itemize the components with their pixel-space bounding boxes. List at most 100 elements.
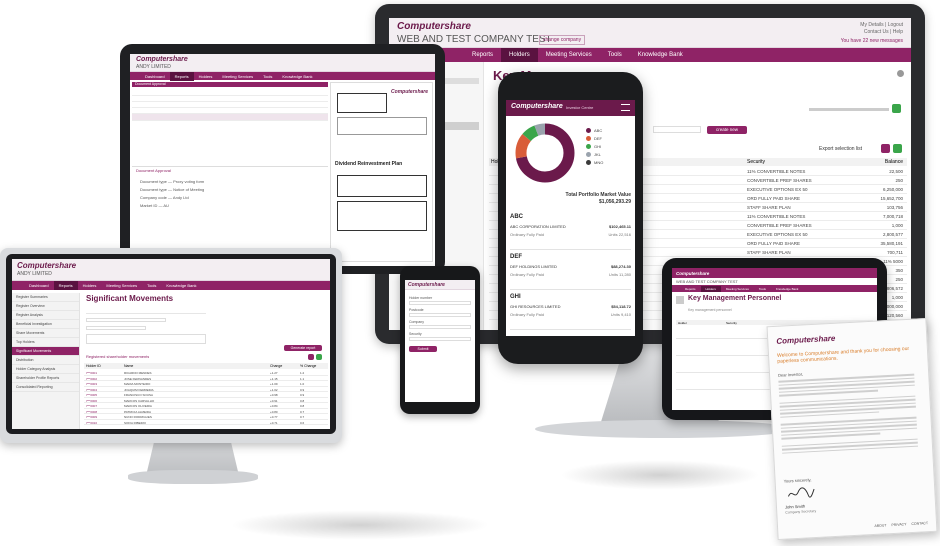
sidebar-item[interactable]: Top Holders <box>12 338 79 347</box>
table-row[interactable]: I***0010 SOFIA RIBEIRO +0.71 0.6 <box>84 420 328 425</box>
legend-label: MNO <box>594 160 604 165</box>
holder-number-input[interactable] <box>409 301 471 305</box>
back-icon[interactable] <box>676 296 684 304</box>
holding-card[interactable]: DEF DEF HOLDINGS LIMITED Ordinary Fully Pa… <box>510 252 631 290</box>
col-pct-change: % Change <box>300 364 317 368</box>
table-cell: 1.1 <box>300 376 305 381</box>
nav-tools[interactable]: Tools <box>754 286 771 292</box>
excel-icon[interactable] <box>892 104 901 113</box>
nav-holders[interactable]: Holders <box>78 281 102 290</box>
footer-contact: CONTACT <box>911 521 929 527</box>
nav-knowledge-bank[interactable]: Knowledge Bank <box>161 281 201 290</box>
my-details-link[interactable]: My Details <box>860 22 883 28</box>
nav-tools[interactable]: Tools <box>600 48 630 62</box>
table-cell: 0.7 <box>300 415 305 419</box>
total-value: $1,056,293.29 <box>599 199 631 205</box>
submit-button[interactable]: Submit <box>409 346 437 352</box>
table-cell: +0.71 <box>270 420 278 425</box>
nav-meeting-services[interactable]: Meeting Services <box>538 48 600 62</box>
field-label: Holder number <box>409 296 433 300</box>
table-cell: I***0004 <box>86 387 98 392</box>
excel-icon[interactable] <box>893 144 902 153</box>
nav-reports[interactable]: Reports <box>680 286 701 292</box>
nav-dashboard[interactable]: Dashboard <box>140 72 170 81</box>
table-cell: I***0007 <box>86 404 98 408</box>
letter-salutation: Dear Investor, <box>777 371 804 378</box>
date-input[interactable] <box>86 318 166 322</box>
sidebar-item[interactable]: Register Overview <box>12 302 79 311</box>
sidebar-item[interactable]: Distribution <box>12 356 79 365</box>
company-input[interactable] <box>409 325 471 329</box>
table-header: Holder ID Name Change % Change <box>84 363 328 369</box>
col-security: Security <box>747 159 766 165</box>
criteria-form <box>86 309 236 347</box>
messages-notice[interactable]: You have 22 new messages <box>841 38 903 44</box>
company-name: ANDY LIMITED <box>136 64 171 70</box>
legend-item: DEF <box>586 136 632 141</box>
balance-cell: 103,756 <box>886 205 903 210</box>
holding-value: $54,118.72 <box>611 304 631 309</box>
nav-meeting-services[interactable]: Meeting Services <box>217 72 258 81</box>
postcode-input[interactable] <box>409 313 471 317</box>
form-logo: Computershare <box>391 89 428 95</box>
help-link[interactable]: Help <box>893 29 903 35</box>
contact-link[interactable]: Contact Us <box>864 29 889 35</box>
security-cell: ORD FULLY PAID SHARE <box>747 241 801 246</box>
table-cell: I***0003 <box>86 382 98 386</box>
nav-holders[interactable]: Holders <box>194 72 218 81</box>
holder-type-list[interactable] <box>86 334 206 344</box>
nav-reports[interactable]: Reports <box>53 281 78 290</box>
table-cell: 0.8 <box>300 404 305 408</box>
big-phone-screen: Computershare Investor Centre ABC DEF GHI J… <box>506 100 635 336</box>
col-name: Name <box>124 364 134 368</box>
menu-icon[interactable] <box>621 104 630 111</box>
nav-knowledge-bank[interactable]: Knowledge Bank <box>277 72 317 81</box>
sidebar-item[interactable]: Holder Category Analysis <box>12 365 79 374</box>
selected-row[interactable] <box>132 114 328 121</box>
brand-logo: Computershare <box>408 282 445 288</box>
nav-holders[interactable]: Holders <box>501 48 538 62</box>
nav-tools[interactable]: Tools <box>258 72 277 81</box>
holding-card[interactable]: ABC ABC CORPORATION LIMITED Ordinary Fully… <box>510 212 631 250</box>
sidebar-item[interactable]: Beneficial Investigation <box>12 320 79 329</box>
holding-name: DEF HOLDINGS LIMITED <box>510 264 557 269</box>
excel-icon[interactable] <box>316 354 322 360</box>
nav-knowledge-bank[interactable]: Knowledge Bank <box>630 48 691 62</box>
nav-meeting-services[interactable]: Meeting Services <box>721 286 754 292</box>
report-sidebar: Register Summaries Register Overview Regis… <box>12 293 80 429</box>
divider <box>132 166 328 167</box>
nav-dashboard[interactable]: Dashboard <box>24 281 54 290</box>
nav-meeting-services[interactable]: Meeting Services <box>101 281 142 290</box>
pdf-icon[interactable] <box>881 144 890 153</box>
sidebar-item[interactable]: Consolidated Reporting <box>12 383 79 392</box>
security-input[interactable] <box>409 337 471 341</box>
logout-link[interactable]: Logout <box>888 22 903 28</box>
nav-knowledge-bank[interactable]: Knowledge Bank <box>771 286 804 292</box>
sidebar-item[interactable]: Register Summaries <box>12 293 79 302</box>
imac-screen: Computershare ANDY LIMITED Dashboard Rep… <box>12 259 330 429</box>
change-company-badge[interactable]: change company <box>539 35 586 45</box>
table-cell: MARCOS OLIVEIRA <box>124 404 152 408</box>
create-button[interactable]: create new <box>707 126 747 134</box>
generate-report-button[interactable]: Generate report <box>284 345 322 351</box>
holding-sub: Ordinary Fully Paid <box>510 312 545 317</box>
field-value: Andy Ltd <box>172 195 189 200</box>
sidebar-item[interactable]: Shareholder Profile Reports <box>12 374 79 383</box>
filter-input[interactable] <box>653 126 701 133</box>
legend-label: DEF <box>594 136 602 141</box>
legend-label: JKL <box>594 152 601 157</box>
nav-reports[interactable]: Reports <box>169 71 194 81</box>
holding-card[interactable]: GHI GHI RESOURCES LIMITED Ordinary Fully P… <box>510 292 631 330</box>
sidebar-item[interactable]: Significant Movements <box>12 347 79 356</box>
security-select[interactable] <box>86 326 146 330</box>
col-holder: Holder <box>678 321 687 325</box>
nav-tools[interactable]: Tools <box>142 281 161 290</box>
sidebar-item[interactable]: Share Movements <box>12 329 79 338</box>
holding-value: $102,465.11 <box>608 224 631 229</box>
sidebar-item[interactable]: Register Analysis <box>12 311 79 320</box>
nav-holders[interactable]: Holders <box>700 285 721 292</box>
table-cell: 1.0 <box>300 382 305 386</box>
brand-logo: Computershare <box>17 261 77 270</box>
pdf-icon[interactable] <box>308 354 314 360</box>
nav-reports[interactable]: Reports <box>464 48 501 62</box>
